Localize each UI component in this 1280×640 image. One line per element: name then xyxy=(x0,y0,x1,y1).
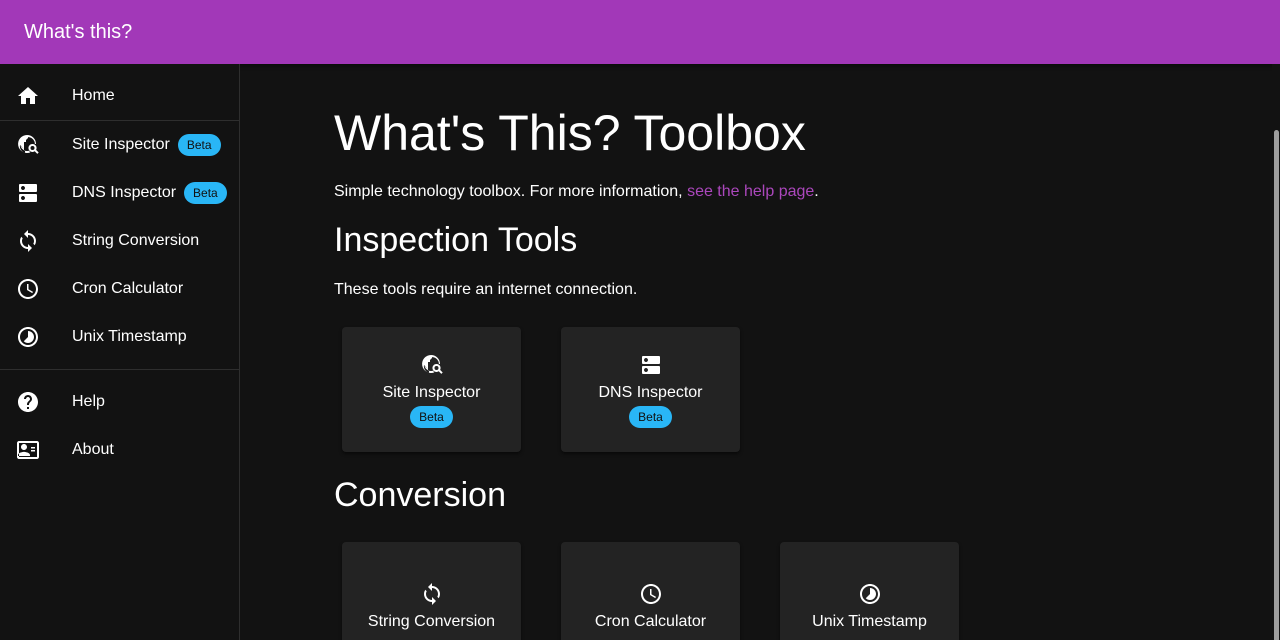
section-heading-inspection: Inspection Tools xyxy=(334,221,578,259)
sidebar-item-label: Help xyxy=(72,393,105,410)
help-icon xyxy=(16,390,40,414)
sidebar-item-label: Cron Calculator xyxy=(72,280,184,297)
help-page-link[interactable]: see the help page xyxy=(687,183,814,200)
sidebar-item-help[interactable]: Help xyxy=(0,378,239,426)
card-cron-calculator[interactable]: Cron Calculator xyxy=(561,542,740,640)
app-bar: What's this? xyxy=(0,0,1280,64)
card-label: Cron Calculator xyxy=(594,613,707,630)
card-label: DNS Inspector xyxy=(598,384,703,401)
section-heading-conversion: Conversion xyxy=(334,476,506,514)
sidebar-item-string-conversion[interactable]: String Conversion xyxy=(0,217,239,265)
clock-icon xyxy=(639,582,663,611)
intro-text-body: Simple technology toolbox. For more info… xyxy=(334,183,688,200)
sidebar-item-label: Unix Timestamp xyxy=(72,328,187,345)
card-dns-inspector[interactable]: DNS Inspector Beta xyxy=(561,327,740,452)
card-site-inspector[interactable]: Site Inspector Beta xyxy=(342,327,521,452)
sidebar-item-label: String Conversion xyxy=(72,232,200,249)
page-title: What's This? Toolbox xyxy=(334,105,806,161)
dns-icon xyxy=(16,181,40,205)
beta-badge: Beta xyxy=(629,406,672,428)
sidebar-item-site-inspector[interactable]: Site Inspector Beta xyxy=(0,121,239,169)
sidebar-item-label: DNS Inspector xyxy=(72,184,177,201)
timelapse-icon xyxy=(16,325,40,349)
card-label: Unix Timestamp xyxy=(812,613,927,630)
sync-icon xyxy=(420,582,444,611)
sync-icon xyxy=(16,229,40,253)
main-content: What's This? Toolbox Simple technology t… xyxy=(240,64,1272,640)
card-label: Site Inspector xyxy=(382,384,481,401)
dns-icon xyxy=(639,353,663,382)
card-unix-timestamp[interactable]: Unix Timestamp xyxy=(780,542,959,640)
intro-text-end: . xyxy=(814,183,819,200)
about-icon xyxy=(16,438,40,462)
sidebar-item-dns-inspector[interactable]: DNS Inspector Beta xyxy=(0,169,239,217)
home-icon xyxy=(16,84,40,108)
timelapse-icon xyxy=(858,582,882,611)
sidebar-item-label: Home xyxy=(72,87,115,104)
scrollbar-thumb[interactable] xyxy=(1274,130,1279,640)
sidebar-item-about[interactable]: About xyxy=(0,426,239,474)
app-title: What's this? xyxy=(24,20,133,43)
card-label: String Conversion xyxy=(367,613,496,630)
sidebar: Home Site Inspector Beta DNS Inspector B… xyxy=(0,64,240,640)
beta-badge: Beta xyxy=(177,134,221,156)
clock-icon xyxy=(16,277,40,301)
sidebar-item-home[interactable]: Home xyxy=(0,72,239,120)
sidebar-item-label: Site Inspector xyxy=(72,136,170,153)
section-description: These tools require an internet connecti… xyxy=(334,281,638,298)
sidebar-item-unix-timestamp[interactable]: Unix Timestamp xyxy=(0,313,239,361)
beta-badge: Beta xyxy=(410,406,453,428)
sidebar-item-cron-calculator[interactable]: Cron Calculator xyxy=(0,265,239,313)
card-string-conversion[interactable]: String Conversion xyxy=(342,542,521,640)
scrollbar[interactable] xyxy=(1272,64,1280,640)
site-inspector-icon xyxy=(420,353,444,382)
beta-badge: Beta xyxy=(184,182,227,204)
intro-text: Simple technology toolbox. For more info… xyxy=(334,183,819,201)
site-inspector-icon xyxy=(16,133,40,157)
sidebar-item-label: About xyxy=(72,441,114,458)
